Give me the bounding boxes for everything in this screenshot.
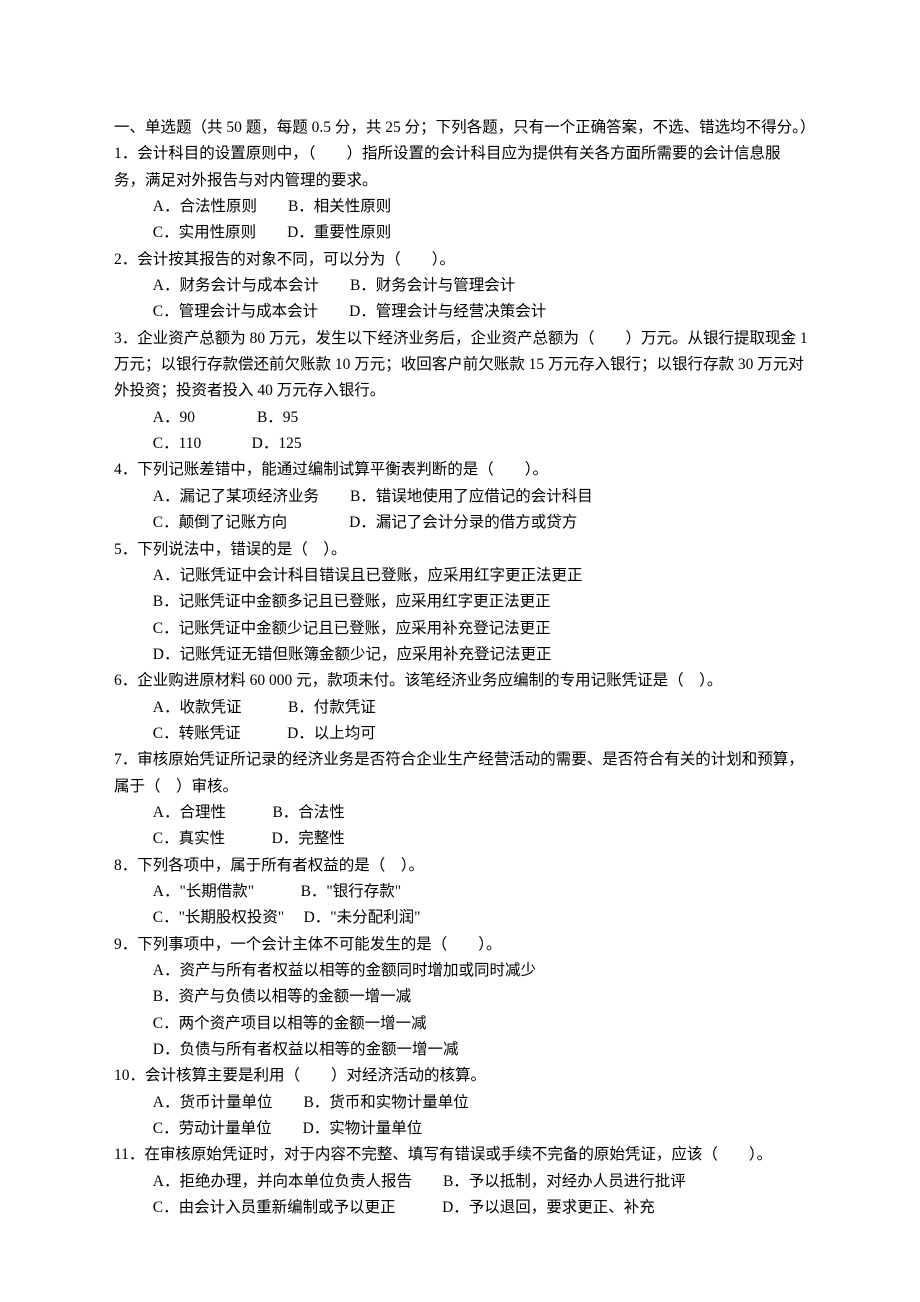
question-block: 8．下列各项中，属于所有者权益的是（ ）。A．"长期借款" B．"银行存款"C．… (114, 853, 810, 932)
question-text: 6．企业购进原材料 60 000 元，款项未付。该笔经济业务应编制的专用记账凭证… (114, 668, 810, 694)
option-row: A．货币计量单位 B．货币和实物计量单位 (153, 1090, 810, 1116)
option-row: C．由会计入员重新编制或予以更正 D．予以退回，要求更正、补充 (153, 1195, 810, 1221)
options: A．"长期借款" B．"银行存款"C．"长期股权投资" D．"未分配利润" (114, 879, 810, 932)
question-text: 11．在审核原始凭证时，对于内容不完整、填写有错误或手续不完备的原始凭证，应该（… (114, 1142, 810, 1168)
options: A．货币计量单位 B．货币和实物计量单位C．劳动计量单位 D．实物计量单位 (114, 1090, 810, 1143)
option-row: C．记账凭证中金额少记且已登账，应采用补充登记法更正 (153, 616, 810, 642)
option-row: A．漏记了某项经济业务 B．错误地使用了应借记的会计科目 (153, 484, 810, 510)
option-row: C．两个资产项目以相等的金额一增一减 (153, 1011, 810, 1037)
option-row: C．110 D．125 (153, 431, 810, 457)
question-text: 2．会计按其报告的对象不同，可以分为（ ）。 (114, 247, 810, 273)
question-block: 3．企业资产总额为 80 万元，发生以下经济业务后，企业资产总额为（ ）万元。从… (114, 326, 810, 458)
question-block: 7．审核原始凭证所记录的经济业务是否符合企业生产经营活动的需要、是否符合有关的计… (114, 747, 810, 852)
option-row: B．资产与负债以相等的金额一增一减 (153, 984, 810, 1010)
option-row: A．财务会计与成本会计 B．财务会计与管理会计 (153, 273, 810, 299)
question-block: 2．会计按其报告的对象不同，可以分为（ ）。A．财务会计与成本会计 B．财务会计… (114, 247, 810, 326)
questions-container: 1．会计科目的设置原则中，（ ）指所设置的会计科目应为提供有关各方面所需要的会计… (114, 141, 810, 1221)
option-row: A．拒绝办理，并向本单位负责人报告 B．予以抵制，对经办人员进行批评 (153, 1169, 810, 1195)
question-block: 11．在审核原始凭证时，对于内容不完整、填写有错误或手续不完备的原始凭证，应该（… (114, 1142, 810, 1221)
option-row: C．转账凭证 D．以上均可 (153, 721, 810, 747)
question-block: 1．会计科目的设置原则中，（ ）指所设置的会计科目应为提供有关各方面所需要的会计… (114, 141, 810, 246)
options: A．合理性 B．合法性C．真实性 D．完整性 (114, 800, 810, 853)
options: A．拒绝办理，并向本单位负责人报告 B．予以抵制，对经办人员进行批评C．由会计入… (114, 1169, 810, 1222)
option-row: B．记账凭证中金额多记且已登账，应采用红字更正法更正 (153, 589, 810, 615)
option-row: A．资产与所有者权益以相等的金额同时增加或同时减少 (153, 958, 810, 984)
section-instructions: 一、单选题（共 50 题，每题 0.5 分，共 25 分；下列各题，只有一个正确… (114, 115, 810, 141)
option-row: D．记账凭证无错但账簿金额少记，应采用补充登记法更正 (153, 642, 810, 668)
options: A．资产与所有者权益以相等的金额同时增加或同时减少B．资产与负债以相等的金额一增… (114, 958, 810, 1063)
option-row: C．真实性 D．完整性 (153, 826, 810, 852)
option-row: C．"长期股权投资" D．"未分配利润" (153, 905, 810, 931)
option-row: A．收款凭证 B．付款凭证 (153, 695, 810, 721)
option-row: C．劳动计量单位 D．实物计量单位 (153, 1116, 810, 1142)
option-row: A．合理性 B．合法性 (153, 800, 810, 826)
question-text: 1．会计科目的设置原则中，（ ）指所设置的会计科目应为提供有关各方面所需要的会计… (114, 141, 810, 194)
question-block: 5．下列说法中，错误的是（ ）。A．记账凭证中会计科目错误且已登账，应采用红字更… (114, 537, 810, 669)
exam-page: 一、单选题（共 50 题，每题 0.5 分，共 25 分；下列各题，只有一个正确… (0, 0, 920, 1302)
options: A．90 B．95C．110 D．125 (114, 405, 810, 458)
question-text: 10．会计核算主要是利用（ ）对经济活动的核算。 (114, 1063, 810, 1089)
option-row: C．颠倒了记账方向 D．漏记了会计分录的借方或贷方 (153, 510, 810, 536)
option-row: C．实用性原则 D．重要性原则 (153, 220, 810, 246)
options: A．合法性原则 B．相关性原则C．实用性原则 D．重要性原则 (114, 194, 810, 247)
question-text: 4．下列记账差错中，能通过编制试算平衡表判断的是（ ）。 (114, 457, 810, 483)
option-row: A．90 B．95 (153, 405, 810, 431)
question-text: 5．下列说法中，错误的是（ ）。 (114, 537, 810, 563)
option-row: A．合法性原则 B．相关性原则 (153, 194, 810, 220)
question-block: 4．下列记账差错中，能通过编制试算平衡表判断的是（ ）。A．漏记了某项经济业务 … (114, 457, 810, 536)
question-text: 3．企业资产总额为 80 万元，发生以下经济业务后，企业资产总额为（ ）万元。从… (114, 326, 810, 405)
question-text: 7．审核原始凭证所记录的经济业务是否符合企业生产经营活动的需要、是否符合有关的计… (114, 747, 810, 800)
question-block: 9．下列事项中，一个会计主体不可能发生的是（ ）。A．资产与所有者权益以相等的金… (114, 932, 810, 1064)
option-row: A．记账凭证中会计科目错误且已登账，应采用红字更正法更正 (153, 563, 810, 589)
options: A．财务会计与成本会计 B．财务会计与管理会计C．管理会计与成本会计 D．管理会… (114, 273, 810, 326)
question-block: 6．企业购进原材料 60 000 元，款项未付。该笔经济业务应编制的专用记账凭证… (114, 668, 810, 747)
question-block: 10．会计核算主要是利用（ ）对经济活动的核算。A．货币计量单位 B．货币和实物… (114, 1063, 810, 1142)
options: A．漏记了某项经济业务 B．错误地使用了应借记的会计科目C．颠倒了记账方向 D．… (114, 484, 810, 537)
options: A．记账凭证中会计科目错误且已登账，应采用红字更正法更正B．记账凭证中金额多记且… (114, 563, 810, 668)
option-row: D．负债与所有者权益以相等的金额一增一减 (153, 1037, 810, 1063)
options: A．收款凭证 B．付款凭证C．转账凭证 D．以上均可 (114, 695, 810, 748)
question-text: 8．下列各项中，属于所有者权益的是（ ）。 (114, 853, 810, 879)
option-row: C．管理会计与成本会计 D．管理会计与经营决策会计 (153, 299, 810, 325)
question-text: 9．下列事项中，一个会计主体不可能发生的是（ ）。 (114, 932, 810, 958)
option-row: A．"长期借款" B．"银行存款" (153, 879, 810, 905)
